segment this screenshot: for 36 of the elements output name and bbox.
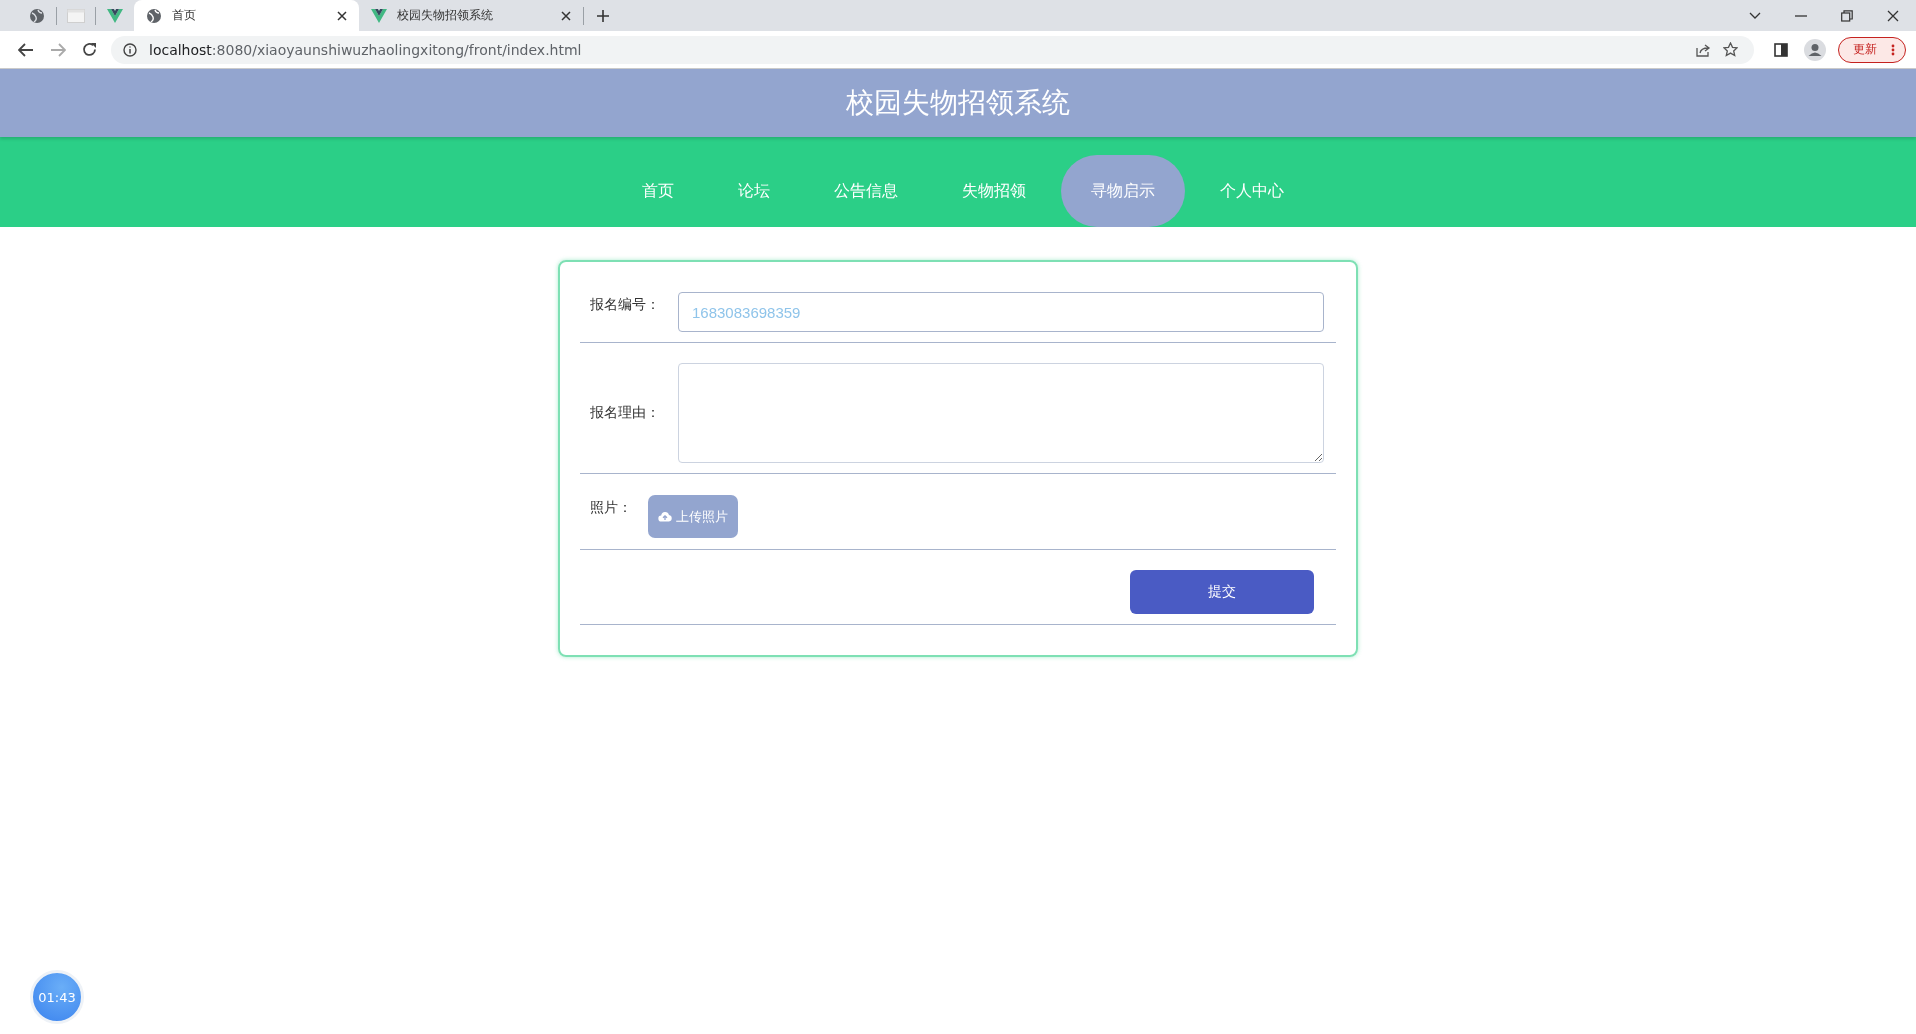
site-title: 校园失物招领系统 xyxy=(846,85,1070,121)
cloud-upload-icon xyxy=(658,511,672,522)
input-field[interactable]: 1683083698359 xyxy=(678,292,1324,332)
timer-badge: 01:43 xyxy=(30,970,84,1024)
field-label: 报名理由： xyxy=(589,404,661,422)
nav-link[interactable]: 寻物启示 xyxy=(1061,155,1185,227)
nav-link[interactable]: 论坛 xyxy=(709,155,799,227)
update-button[interactable]: 更新 xyxy=(1838,36,1906,63)
profile-icon[interactable] xyxy=(1804,38,1826,61)
v-logo-icon xyxy=(371,8,387,23)
close-icon[interactable] xyxy=(1887,9,1899,22)
reload-icon[interactable] xyxy=(82,42,97,57)
close-icon[interactable] xyxy=(561,10,571,21)
info-icon[interactable] xyxy=(123,42,137,57)
close-icon[interactable] xyxy=(337,10,347,21)
field-label: 照片： xyxy=(589,498,633,517)
side-panel-icon[interactable] xyxy=(1774,42,1788,57)
nav-link[interactable]: 个人中心 xyxy=(1191,155,1313,227)
new-tab-icon[interactable] xyxy=(596,8,610,23)
globe-icon xyxy=(146,7,162,24)
upload-button[interactable]: 上传照片 xyxy=(648,495,738,538)
address-bar[interactable]: localhost:8080/xiaoyaunshiwuzhaolingxitong/front/index.html xyxy=(111,35,1754,64)
minimize-icon[interactable] xyxy=(1795,14,1807,17)
share-icon[interactable] xyxy=(1696,42,1711,57)
browser-tab[interactable]: 首页 xyxy=(134,0,359,31)
submit-button[interactable]: 提交 xyxy=(1130,570,1314,614)
field-label: 报名编号： xyxy=(589,295,661,314)
nav-link[interactable]: 首页 xyxy=(613,155,703,227)
star-icon[interactable] xyxy=(1723,42,1738,57)
chevron-down-icon[interactable] xyxy=(1749,11,1761,20)
nav-link[interactable]: 公告信息 xyxy=(805,155,927,227)
kebab-menu-icon xyxy=(1891,43,1895,56)
browser-tab[interactable]: 校园失物招领系统 xyxy=(359,6,584,25)
restore-icon[interactable] xyxy=(1841,9,1853,22)
back-arrow-icon[interactable] xyxy=(18,42,34,57)
nav-link[interactable]: 失物招领 xyxy=(933,155,1055,227)
